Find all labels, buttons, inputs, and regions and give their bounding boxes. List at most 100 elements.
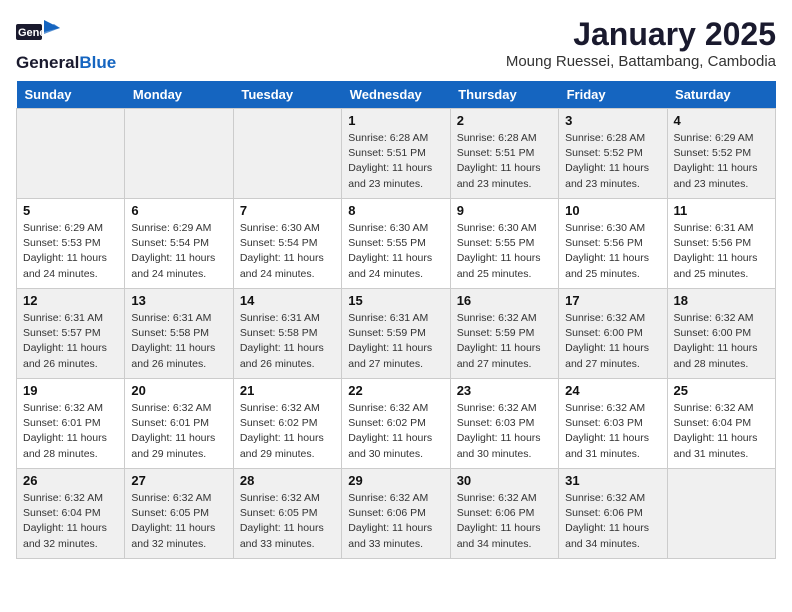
calendar-cell: 17Sunrise: 6:32 AMSunset: 6:00 PMDayligh…	[559, 289, 667, 379]
day-number: 11	[674, 203, 769, 218]
day-number: 5	[23, 203, 118, 218]
day-info: Sunrise: 6:32 AMSunset: 6:03 PMDaylight:…	[565, 401, 660, 462]
day-number: 21	[240, 383, 335, 398]
day-number: 16	[457, 293, 552, 308]
day-info: Sunrise: 6:31 AMSunset: 5:58 PMDaylight:…	[240, 311, 335, 372]
day-number: 12	[23, 293, 118, 308]
weekday-header-thursday: Thursday	[450, 81, 558, 109]
calendar-cell: 31 Sunrise: 6:32 AMSunset: 6:06 PMDayligh…	[559, 469, 667, 559]
weekday-header-row: SundayMondayTuesdayWednesdayThursdayFrid…	[17, 81, 776, 109]
calendar-cell: 10Sunrise: 6:30 AMSunset: 5:56 PMDayligh…	[559, 199, 667, 289]
day-info: Sunrise: 6:30 AMSunset: 5:54 PMDaylight:…	[240, 221, 335, 282]
day-info: Sunrise: 6:31 AMSunset: 5:59 PMDaylight:…	[348, 311, 443, 372]
calendar-cell: 24 Sunrise: 6:32 AMSunset: 6:03 PMDayligh…	[559, 379, 667, 469]
weekday-header-friday: Friday	[559, 81, 667, 109]
calendar-cell: 14 Sunrise: 6:31 AMSunset: 5:58 PMDayligh…	[233, 289, 341, 379]
day-number: 9	[457, 203, 552, 218]
day-info: Sunrise: 6:32 AMSunset: 6:04 PMDaylight:…	[23, 491, 118, 552]
day-number: 22	[348, 383, 443, 398]
calendar-cell: 1 Sunrise: 6:28 AMSunset: 5:51 PMDaylight…	[342, 109, 450, 199]
day-info: Sunrise: 6:30 AMSunset: 5:55 PMDaylight:…	[457, 221, 552, 282]
calendar-cell: 12 Sunrise: 6:31 AMSunset: 5:57 PMDayligh…	[17, 289, 125, 379]
location-subtitle: Moung Ruessei, Battambang, Cambodia	[506, 53, 776, 70]
day-info: Sunrise: 6:28 AMSunset: 5:51 PMDaylight:…	[457, 131, 552, 192]
calendar-cell: 11 Sunrise: 6:31 AMSunset: 5:56 PMDayligh…	[667, 199, 775, 289]
day-info: Sunrise: 6:29 AMSunset: 5:54 PMDaylight:…	[131, 221, 226, 282]
day-info: Sunrise: 6:29 AMSunset: 5:53 PMDaylight:…	[23, 221, 118, 282]
page-container: General General Blue January 2025 Moung …	[16, 16, 776, 559]
day-number: 19	[23, 383, 118, 398]
day-number: 4	[674, 113, 769, 128]
day-info: Sunrise: 6:32 AMSunset: 6:04 PMDaylight:…	[674, 401, 769, 462]
weekday-header-saturday: Saturday	[667, 81, 775, 109]
day-number: 27	[131, 473, 226, 488]
day-number: 1	[348, 113, 443, 128]
logo: General General Blue	[16, 16, 116, 73]
day-info: Sunrise: 6:32 AMSunset: 6:01 PMDaylight:…	[23, 401, 118, 462]
day-info: Sunrise: 6:31 AMSunset: 5:57 PMDaylight:…	[23, 311, 118, 372]
calendar-cell: 7 Sunrise: 6:30 AMSunset: 5:54 PMDaylight…	[233, 199, 341, 289]
day-number: 26	[23, 473, 118, 488]
calendar-cell	[17, 109, 125, 199]
day-number: 25	[674, 383, 769, 398]
calendar-cell: 16Sunrise: 6:32 AMSunset: 5:59 PMDayligh…	[450, 289, 558, 379]
day-info: Sunrise: 6:30 AMSunset: 5:55 PMDaylight:…	[348, 221, 443, 282]
calendar-cell: 18 Sunrise: 6:32 AMSunset: 6:00 PMDayligh…	[667, 289, 775, 379]
calendar-cell: 6 Sunrise: 6:29 AMSunset: 5:54 PMDaylight…	[125, 199, 233, 289]
calendar-cell: 13Sunrise: 6:31 AMSunset: 5:58 PMDayligh…	[125, 289, 233, 379]
day-number: 3	[565, 113, 660, 128]
day-info: Sunrise: 6:32 AMSunset: 6:03 PMDaylight:…	[457, 401, 552, 462]
month-title: January 2025	[506, 16, 776, 53]
day-number: 8	[348, 203, 443, 218]
day-number: 15	[348, 293, 443, 308]
calendar-week-row: 26 Sunrise: 6:32 AMSunset: 6:04 PMDayligh…	[17, 469, 776, 559]
day-number: 29	[348, 473, 443, 488]
calendar-cell: 8 Sunrise: 6:30 AMSunset: 5:55 PMDaylight…	[342, 199, 450, 289]
day-number: 31	[565, 473, 660, 488]
logo-blue-text: Blue	[79, 53, 116, 73]
calendar-cell: 15 Sunrise: 6:31 AMSunset: 5:59 PMDayligh…	[342, 289, 450, 379]
calendar-cell: 9 Sunrise: 6:30 AMSunset: 5:55 PMDaylight…	[450, 199, 558, 289]
day-info: Sunrise: 6:30 AMSunset: 5:56 PMDaylight:…	[565, 221, 660, 282]
day-info: Sunrise: 6:32 AMSunset: 6:02 PMDaylight:…	[240, 401, 335, 462]
calendar-cell: 5 Sunrise: 6:29 AMSunset: 5:53 PMDaylight…	[17, 199, 125, 289]
calendar-cell: 28Sunrise: 6:32 AMSunset: 6:05 PMDayligh…	[233, 469, 341, 559]
weekday-header-wednesday: Wednesday	[342, 81, 450, 109]
day-info: Sunrise: 6:32 AMSunset: 6:01 PMDaylight:…	[131, 401, 226, 462]
calendar-cell: 3 Sunrise: 6:28 AMSunset: 5:52 PMDaylight…	[559, 109, 667, 199]
day-number: 23	[457, 383, 552, 398]
calendar-cell: 25 Sunrise: 6:32 AMSunset: 6:04 PMDayligh…	[667, 379, 775, 469]
calendar-week-row: 5 Sunrise: 6:29 AMSunset: 5:53 PMDaylight…	[17, 199, 776, 289]
day-info: Sunrise: 6:31 AMSunset: 5:56 PMDaylight:…	[674, 221, 769, 282]
day-number: 18	[674, 293, 769, 308]
day-info: Sunrise: 6:28 AMSunset: 5:51 PMDaylight:…	[348, 131, 443, 192]
day-info: Sunrise: 6:29 AMSunset: 5:52 PMDaylight:…	[674, 131, 769, 192]
day-number: 20	[131, 383, 226, 398]
day-info: Sunrise: 6:28 AMSunset: 5:52 PMDaylight:…	[565, 131, 660, 192]
day-number: 6	[131, 203, 226, 218]
calendar-cell	[233, 109, 341, 199]
day-number: 14	[240, 293, 335, 308]
calendar-cell: 30Sunrise: 6:32 AMSunset: 6:06 PMDayligh…	[450, 469, 558, 559]
logo-icon: General	[16, 16, 60, 53]
day-info: Sunrise: 6:32 AMSunset: 6:06 PMDaylight:…	[565, 491, 660, 552]
calendar-week-row: 19 Sunrise: 6:32 AMSunset: 6:01 PMDayligh…	[17, 379, 776, 469]
calendar-week-row: 1 Sunrise: 6:28 AMSunset: 5:51 PMDaylight…	[17, 109, 776, 199]
day-info: Sunrise: 6:32 AMSunset: 6:02 PMDaylight:…	[348, 401, 443, 462]
weekday-header-monday: Monday	[125, 81, 233, 109]
calendar-cell: 26 Sunrise: 6:32 AMSunset: 6:04 PMDayligh…	[17, 469, 125, 559]
day-number: 7	[240, 203, 335, 218]
day-number: 24	[565, 383, 660, 398]
day-number: 17	[565, 293, 660, 308]
day-info: Sunrise: 6:32 AMSunset: 6:00 PMDaylight:…	[674, 311, 769, 372]
day-info: Sunrise: 6:32 AMSunset: 6:05 PMDaylight:…	[131, 491, 226, 552]
header: General General Blue January 2025 Moung …	[16, 16, 776, 73]
day-number: 28	[240, 473, 335, 488]
calendar-cell: 19 Sunrise: 6:32 AMSunset: 6:01 PMDayligh…	[17, 379, 125, 469]
weekday-header-sunday: Sunday	[17, 81, 125, 109]
day-info: Sunrise: 6:32 AMSunset: 6:06 PMDaylight:…	[457, 491, 552, 552]
calendar-cell	[667, 469, 775, 559]
title-section: January 2025 Moung Ruessei, Battambang, …	[506, 16, 776, 70]
calendar-cell: 29Sunrise: 6:32 AMSunset: 6:06 PMDayligh…	[342, 469, 450, 559]
day-number: 2	[457, 113, 552, 128]
